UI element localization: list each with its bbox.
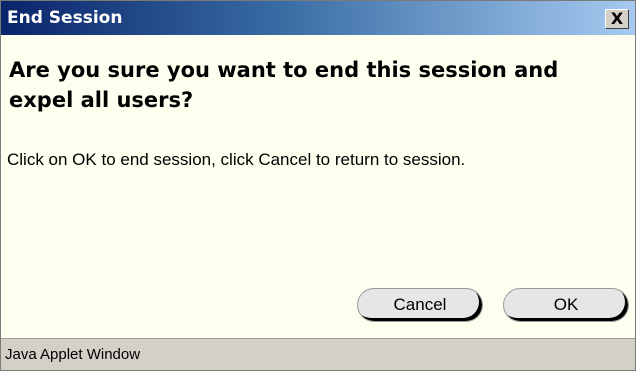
applet-warning-label: Java Applet Window bbox=[5, 346, 141, 363]
window-title: End Session bbox=[7, 8, 123, 28]
ok-button[interactable]: OK bbox=[503, 288, 629, 322]
close-button[interactable]: X bbox=[605, 9, 629, 29]
close-icon: X bbox=[610, 9, 624, 28]
cancel-button[interactable]: Cancel bbox=[357, 288, 483, 322]
status-bar: Java Applet Window bbox=[1, 338, 635, 370]
end-session-dialog: End Session X Are you sure you want to e… bbox=[0, 0, 636, 371]
confirmation-heading: Are you sure you want to end this sessio… bbox=[9, 58, 559, 112]
instruction-message: Click on OK to end session, click Cancel… bbox=[7, 150, 466, 169]
title-bar[interactable]: End Session X bbox=[1, 1, 635, 35]
